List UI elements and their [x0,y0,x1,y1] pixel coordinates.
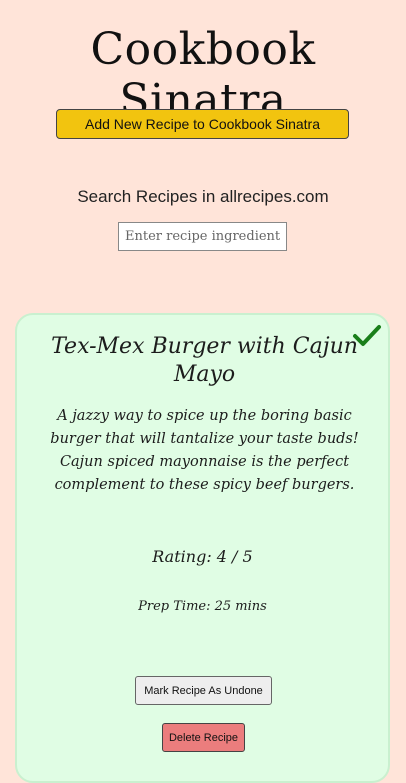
search-label: Search Recipes in allrecipes.com [77,187,329,206]
recipe-prep-time: Prep Time: 25 mins [138,599,267,614]
search-input[interactable] [118,222,287,251]
delete-recipe-button[interactable]: Delete Recipe [162,723,245,752]
recipe-description: A jazzy way to spice up the boring basic… [50,408,359,493]
add-recipe-button[interactable]: Add New Recipe to Cookbook Sinatra [56,109,349,139]
recipe-rating: Rating: 4 / 5 [152,547,253,566]
recipe-card: Tex-Mex Burger with Cajun Mayo A jazzy w… [15,313,390,783]
recipe-title: Tex-Mex Burger with Cajun Mayo [51,334,358,387]
mark-undone-button[interactable]: Mark Recipe As Undone [135,676,272,705]
